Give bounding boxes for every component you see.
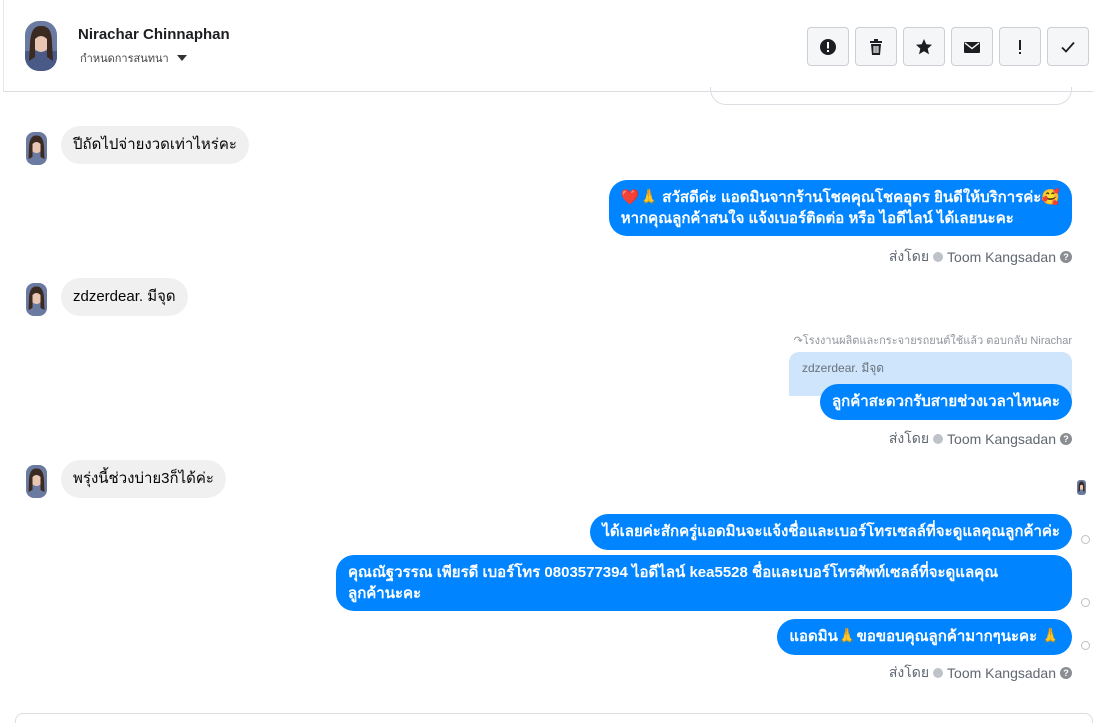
message-composer[interactable] <box>15 713 1093 723</box>
verified-icon <box>933 252 944 262</box>
incoming-message: พรุ่งนี้ช่วงบ่าย3ก็ได้ค่ะ <box>61 460 226 498</box>
trash-icon <box>870 38 882 55</box>
help-icon[interactable]: ? <box>1060 667 1072 679</box>
star-button[interactable] <box>903 27 945 66</box>
outgoing-message: แอดมิน🙏ขอขอบคุณลูกค้ามากๆนะคะ 🙏 <box>777 619 1072 655</box>
caret-down-icon <box>176 55 187 61</box>
contact-avatar-small <box>26 132 47 165</box>
delivered-icon <box>1081 598 1090 607</box>
seen-avatar <box>1077 480 1086 495</box>
previous-message-bubble <box>710 87 1072 105</box>
mark-unread-button[interactable] <box>951 27 993 66</box>
help-icon[interactable]: ? <box>1060 433 1072 445</box>
spam-button[interactable] <box>807 27 849 66</box>
verified-icon <box>933 668 944 678</box>
message-line: หากคุณลูกค้าสนใจ แจ้งเบอร์ติดต่อ หรือ ไอ… <box>620 210 1014 227</box>
outgoing-message: ได้เลยค่ะสักครู่แอดมินจะแจ้งชื่อและเบอร์… <box>590 514 1072 550</box>
sent-by-agent[interactable]: Toom Kangsadan <box>947 431 1056 447</box>
incoming-message: ปีถัดไปจ่ายงวดเท่าไหร่คะ <box>61 126 249 164</box>
envelope-icon <box>964 41 980 53</box>
conversation-header: Nirachar Chinnaphan กำหนดการสนทนา <box>3 0 1093 92</box>
verified-icon <box>933 434 944 444</box>
delivered-icon <box>1081 535 1090 544</box>
conversation-actions <box>807 27 1089 66</box>
outgoing-message: ลูกค้าสะดวกรับสายช่วงเวลาไหนคะ <box>819 384 1072 420</box>
sent-by-label: ส่งโดย Toom Kangsadan ? <box>889 246 1072 268</box>
message-line: คุณณัฐวรรณ เพียรดี เบอร์โทร 0803577394 ไ… <box>348 564 999 581</box>
contact-name: Nirachar Chinnaphan <box>78 26 230 43</box>
sent-by-agent[interactable]: Toom Kangsadan <box>947 665 1056 681</box>
help-icon[interactable]: ? <box>1060 251 1072 263</box>
sent-by-label: ส่งโดย Toom Kangsadan ? <box>889 662 1072 684</box>
mark-done-button[interactable] <box>1047 27 1089 66</box>
sent-by-prefix: ส่งโดย <box>888 248 930 264</box>
exclamation-icon <box>1019 39 1021 54</box>
contact-avatar-small <box>26 283 47 316</box>
checkmark-icon <box>1061 41 1075 53</box>
delivered-icon <box>1081 641 1090 650</box>
message-thread: ปีถัดไปจ่ายงวดเท่าไหร่คะ ❤️🙏 สวัสดีค่ะ แ… <box>0 87 1093 713</box>
reply-meta: ↷โรงงานผลิตและกระจายรถยนต์ใช้แล้ว ตอบกลั… <box>793 335 1072 347</box>
assign-conversation-dropdown[interactable]: กำหนดการสนทนา <box>80 49 187 67</box>
sent-by-prefix: ส่งโดย <box>888 430 930 446</box>
contact-avatar-small <box>26 465 47 498</box>
exclamation-circle-icon <box>820 38 836 55</box>
incoming-message: zdzerdear. มีจุด <box>61 278 188 316</box>
sent-by-prefix: ส่งโดย <box>888 664 930 680</box>
message-line: ลูกค้านะคะ <box>348 585 422 602</box>
sent-by-label: ส่งโดย Toom Kangsadan ? <box>889 428 1072 450</box>
outgoing-message: คุณณัฐวรรณ เพียรดี เบอร์โทร 0803577394 ไ… <box>336 555 1072 611</box>
sent-by-agent[interactable]: Toom Kangsadan <box>947 249 1056 265</box>
star-icon <box>916 38 932 54</box>
outgoing-message: ❤️🙏 สวัสดีค่ะ แอดมินจากร้านโชคคุณโชคอุดร… <box>608 180 1072 236</box>
message-line: ❤️🙏 สวัสดีค่ะ แอดมินจากร้านโชคคุณโชคอุดร… <box>620 189 1060 206</box>
contact-avatar[interactable] <box>25 21 57 71</box>
follow-up-button[interactable] <box>999 27 1041 66</box>
assign-label: กำหนดการสนทนา <box>80 53 169 65</box>
delete-button[interactable] <box>855 27 897 66</box>
